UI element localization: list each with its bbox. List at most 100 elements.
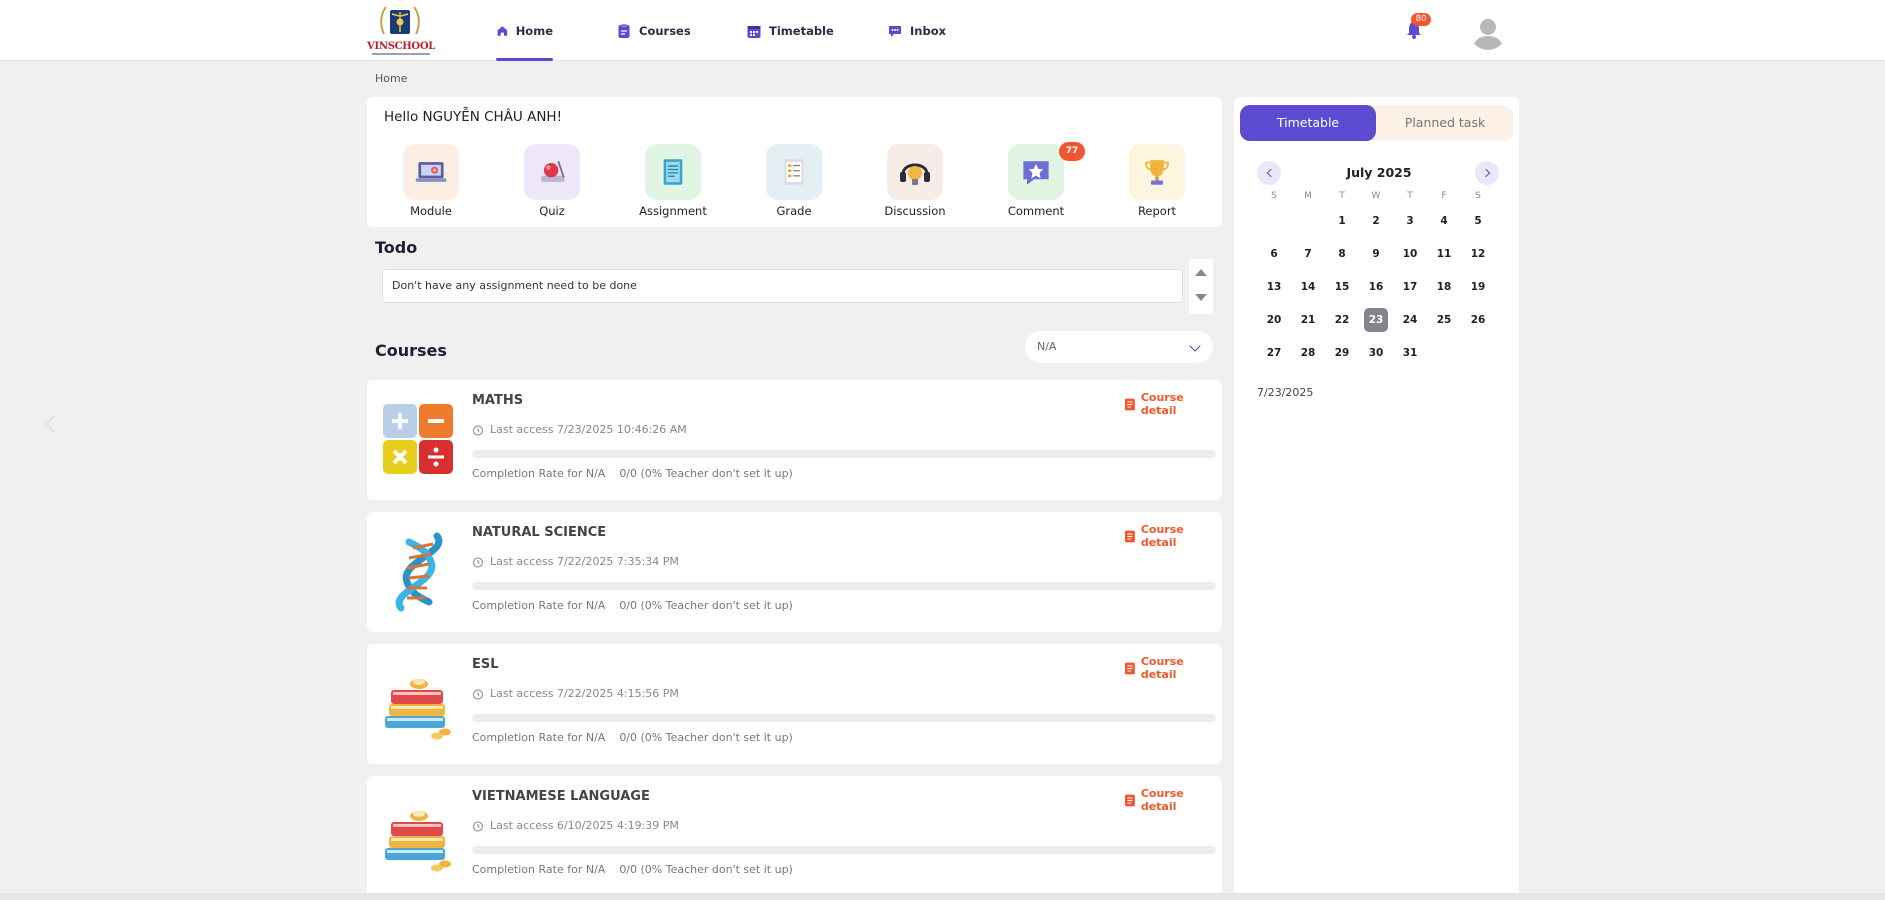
calendar-day[interactable]: 24 bbox=[1393, 304, 1427, 337]
vinschool-logo[interactable]: VINSCHOOL bbox=[366, 4, 436, 58]
nav-home[interactable]: Home bbox=[496, 0, 553, 61]
nav-timetable[interactable]: Timetable bbox=[746, 0, 834, 61]
shortcut-assignment[interactable]: Assignment bbox=[623, 144, 723, 218]
scroll-up-icon[interactable] bbox=[1195, 269, 1207, 276]
tab-timetable[interactable]: Timetable bbox=[1240, 105, 1376, 141]
shortcut-comment[interactable]: 77 Comment bbox=[986, 142, 1086, 218]
nav-inbox[interactable]: Inbox bbox=[887, 0, 946, 61]
calendar-day[interactable]: 19 bbox=[1461, 271, 1495, 304]
completion-value: 0/0 (0% Teacher don't set it up) bbox=[619, 863, 793, 876]
calendar-day[interactable]: 20 bbox=[1257, 304, 1291, 337]
course-name[interactable]: NATURAL SCIENCE bbox=[472, 525, 606, 540]
next-month-button[interactable] bbox=[1475, 161, 1499, 185]
calendar-day[interactable]: 3 bbox=[1393, 205, 1427, 238]
prev-month-button[interactable] bbox=[1257, 161, 1281, 185]
calendar-day[interactable]: 11 bbox=[1427, 238, 1461, 271]
calendar-day[interactable]: 26 bbox=[1461, 304, 1495, 337]
panel-tabs: Timetable Planned task bbox=[1240, 105, 1513, 141]
calendar-day[interactable]: 25 bbox=[1427, 304, 1461, 337]
calendar-day[interactable]: 1 bbox=[1325, 205, 1359, 238]
welcome-card: Hello NGUYỄN CHÂU ANH! Module Quiz Assig… bbox=[367, 97, 1222, 227]
calendar-day[interactable]: 2 bbox=[1359, 205, 1393, 238]
completion-rate: Completion Rate for N/A 0/0 (0% Teacher d… bbox=[472, 467, 793, 480]
shortcut-report[interactable]: Report bbox=[1107, 144, 1207, 218]
calendar-day-number: 6 bbox=[1270, 248, 1278, 260]
calendar-day[interactable]: 14 bbox=[1291, 271, 1325, 304]
calendar-empty-cell bbox=[1461, 337, 1495, 370]
calendar-day[interactable]: 9 bbox=[1359, 238, 1393, 271]
weekday-label: M bbox=[1304, 191, 1312, 201]
scroll-down-icon[interactable] bbox=[1195, 294, 1207, 301]
calendar-day-number: 10 bbox=[1402, 248, 1418, 260]
calendar-day[interactable]: 18 bbox=[1427, 271, 1461, 304]
shortcut-tile bbox=[403, 144, 459, 200]
calendar-day-number: 14 bbox=[1300, 281, 1316, 293]
calendar-day[interactable]: 21 bbox=[1291, 304, 1325, 337]
alarm-clock-icon bbox=[472, 556, 484, 568]
course-name[interactable]: MATHS bbox=[472, 393, 523, 408]
shortcut-module[interactable]: Module bbox=[381, 144, 481, 218]
course-detail-link[interactable]: Course detail bbox=[1124, 787, 1222, 813]
completion-value: 0/0 (0% Teacher don't set it up) bbox=[619, 599, 793, 612]
calendar-day[interactable]: 7 bbox=[1291, 238, 1325, 271]
grade-sheet-icon bbox=[784, 159, 804, 185]
nav-courses[interactable]: Courses bbox=[616, 0, 691, 61]
calendar-day[interactable]: 29 bbox=[1325, 337, 1359, 370]
calendar-day-number: 29 bbox=[1334, 347, 1350, 359]
user-silhouette-icon bbox=[1470, 14, 1506, 50]
calendar-day[interactable]: 31 bbox=[1393, 337, 1427, 370]
dna-icon bbox=[395, 532, 443, 612]
course-detail-label: Course detail bbox=[1140, 787, 1184, 813]
calendar-day[interactable]: 5 bbox=[1461, 205, 1495, 238]
shortcut-tile bbox=[766, 144, 822, 200]
calendar-day[interactable]: 13 bbox=[1257, 271, 1291, 304]
calendar-day[interactable]: 12 bbox=[1461, 238, 1495, 271]
last-access-text: Last access 7/23/2025 10:46:26 AM bbox=[490, 423, 687, 436]
course-detail-label: Course detail bbox=[1140, 391, 1184, 417]
calendar-day[interactable]: 28 bbox=[1291, 337, 1325, 370]
calendar-day[interactable]: 23 bbox=[1359, 304, 1393, 337]
course-name[interactable]: ESL bbox=[472, 657, 499, 672]
calendar-day-number: 31 bbox=[1402, 347, 1418, 359]
course-detail-link[interactable]: Course detail bbox=[1124, 391, 1222, 417]
calendar-weekday-header: SMTWTFS bbox=[1257, 187, 1493, 205]
breadcrumb[interactable]: Home bbox=[375, 72, 407, 85]
course-name[interactable]: VIETNAMESE LANGUAGE bbox=[472, 789, 650, 804]
shortcut-label: Module bbox=[410, 204, 452, 218]
course-filter-select[interactable]: N/A bbox=[1025, 331, 1213, 363]
calendar-day[interactable]: 30 bbox=[1359, 337, 1393, 370]
calendar-day[interactable]: 10 bbox=[1393, 238, 1427, 271]
shortcut-discussion[interactable]: Discussion bbox=[865, 144, 965, 218]
calendar-day[interactable]: 4 bbox=[1427, 205, 1461, 238]
logo-tagline bbox=[372, 53, 430, 55]
last-access: Last access 6/10/2025 4:19:39 PM bbox=[472, 819, 679, 832]
calendar-day-number: 12 bbox=[1470, 248, 1486, 260]
calendar-day[interactable]: 16 bbox=[1359, 271, 1393, 304]
completion-value: 0/0 (0% Teacher don't set it up) bbox=[619, 467, 793, 480]
clipboard-icon bbox=[1124, 398, 1135, 411]
course-card-natural-science: NATURAL SCIENCE Last access 7/22/2025 7:… bbox=[367, 512, 1222, 632]
calendar-day-number: 25 bbox=[1436, 314, 1452, 326]
shortcut-quiz[interactable]: Quiz bbox=[502, 144, 602, 218]
calendar-day[interactable]: 22 bbox=[1325, 304, 1359, 337]
calendar-day-number: 13 bbox=[1266, 281, 1282, 293]
tab-planned-task[interactable]: Planned task bbox=[1377, 105, 1513, 141]
shortcut-grade[interactable]: Grade bbox=[744, 144, 844, 218]
chevron-down-icon bbox=[1189, 340, 1201, 352]
calendar-day-number: 11 bbox=[1436, 248, 1452, 260]
todo-scroll-control bbox=[1189, 259, 1213, 314]
calendar-day[interactable]: 15 bbox=[1325, 271, 1359, 304]
shortcut-label: Comment bbox=[1007, 204, 1065, 218]
user-avatar[interactable] bbox=[1470, 14, 1506, 50]
calendar-day-number: 18 bbox=[1436, 281, 1452, 293]
calendar-day[interactable]: 8 bbox=[1325, 238, 1359, 271]
course-detail-link[interactable]: Course detail bbox=[1124, 655, 1222, 681]
notification-count-badge: 80 bbox=[1411, 13, 1431, 26]
course-card-vietnamese-language: VIETNAMESE LANGUAGE Last access 6/10/202… bbox=[367, 776, 1222, 896]
calendar-day-number: 15 bbox=[1334, 281, 1350, 293]
course-detail-link[interactable]: Course detail bbox=[1124, 523, 1222, 549]
calendar-day[interactable]: 17 bbox=[1393, 271, 1427, 304]
calendar-day[interactable]: 27 bbox=[1257, 337, 1291, 370]
collapse-arrow-icon[interactable] bbox=[40, 412, 60, 436]
calendar-day[interactable]: 6 bbox=[1257, 238, 1291, 271]
